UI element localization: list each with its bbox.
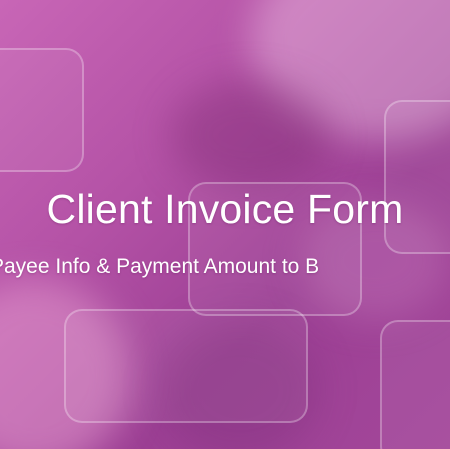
page-subtitle: Payee Info & Payment Amount to B [0, 255, 320, 278]
page-title: Client Invoice Form [46, 186, 404, 232]
hero-banner: Client Invoice Form Payee Info & Payment… [0, 0, 450, 449]
decorative-frame [0, 48, 84, 172]
decorative-frame [380, 320, 450, 449]
background-photo-shadow [170, 80, 330, 190]
decorative-frame [64, 309, 308, 423]
